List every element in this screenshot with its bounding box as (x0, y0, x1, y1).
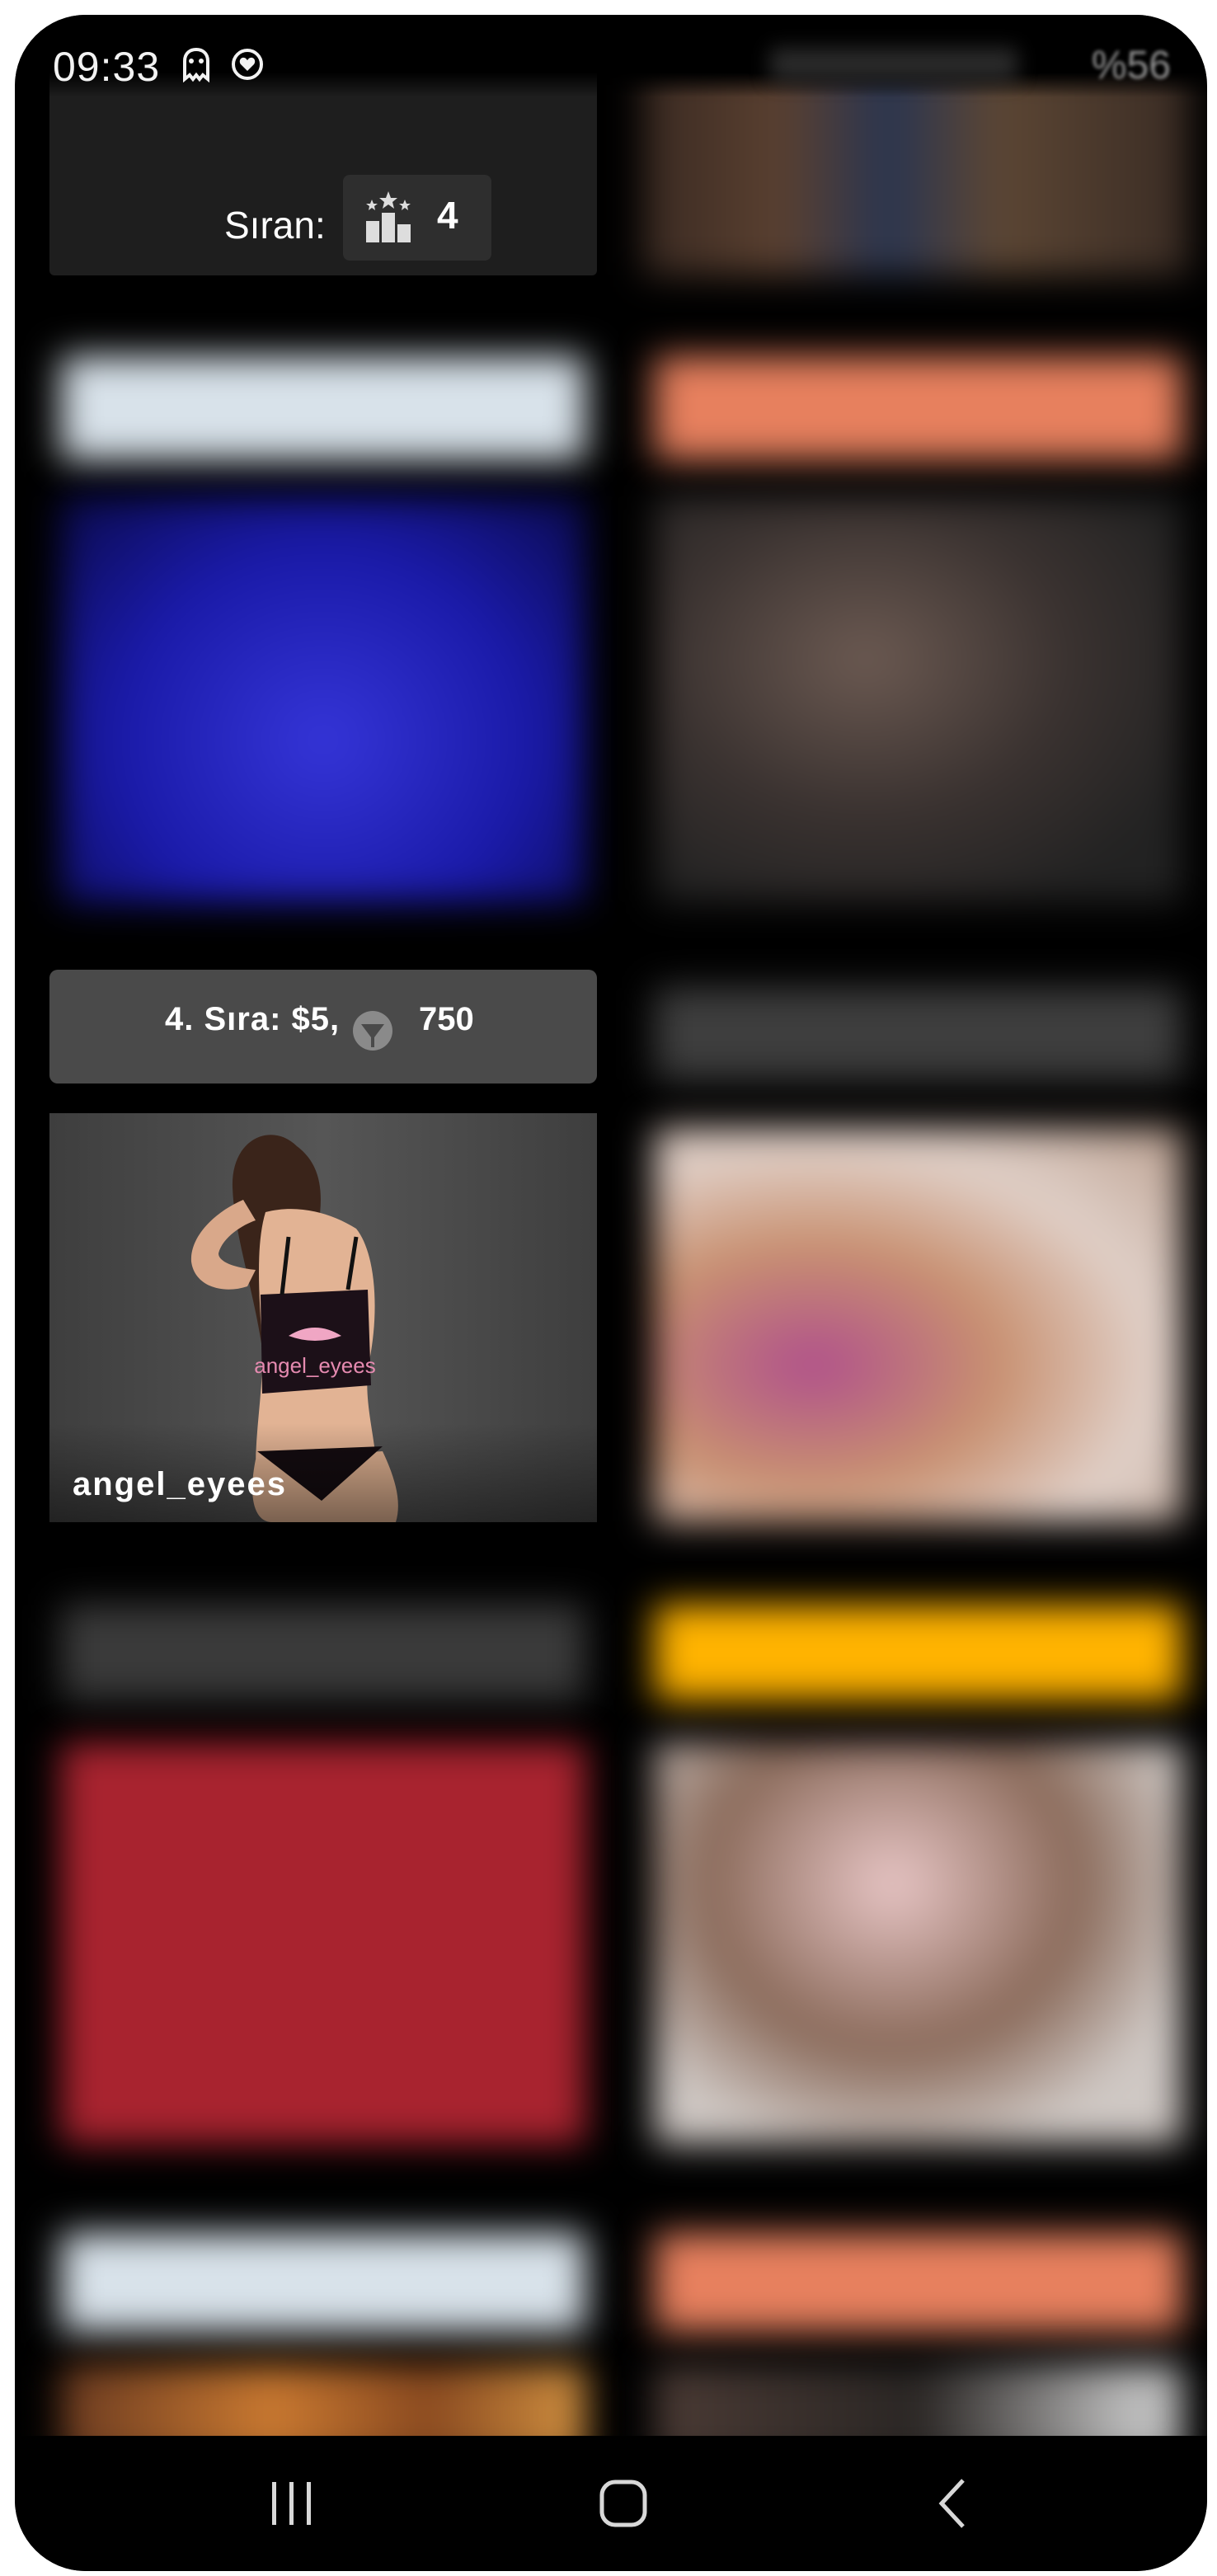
model-thumbnail[interactable] (655, 1743, 1182, 2144)
model-banner (655, 356, 1182, 460)
model-banner (655, 988, 1182, 1080)
leaderboard-podium-icon (366, 191, 411, 242)
model-banner (61, 2233, 585, 2332)
model-banner (655, 1605, 1182, 1700)
queue-position-text: 4. Sıra: $5, (165, 1001, 341, 1037)
model-thumbnail[interactable] (61, 2365, 585, 2439)
status-time: 09:33 (53, 44, 161, 90)
promo-tile[interactable] (61, 1743, 585, 2144)
navigation-bar (15, 2436, 1207, 2571)
ghost-icon (183, 47, 209, 82)
model-banner (61, 1605, 585, 1700)
back-icon[interactable] (932, 2477, 973, 2530)
battery-percent: %56 (1091, 44, 1171, 87)
model-thumbnail[interactable] (61, 496, 585, 902)
model-thumbnail-angel-eyees[interactable]: angel_eyees (49, 1113, 597, 1522)
rank-badge (343, 175, 491, 261)
phone-screen: Sıran: 4 4. Sıra: $5, 750 angel_eyees an… (15, 15, 1207, 2571)
model-banner (61, 356, 585, 460)
home-icon[interactable] (597, 2477, 650, 2530)
heart-circle-icon (232, 49, 263, 80)
model-thumbnail[interactable] (655, 2365, 1182, 2439)
rank-label: Sıran: (224, 204, 326, 247)
tank-print: angel_eyees (254, 1353, 375, 1378)
model-thumbnail[interactable] (655, 496, 1182, 902)
status-bar: 09:33 %56 (15, 15, 1207, 97)
recent-apps-icon[interactable] (267, 2479, 317, 2528)
status-icons-area (770, 48, 1017, 81)
queue-token-amount: 750 (419, 1001, 474, 1037)
rank-value: 4 (437, 194, 458, 237)
model-grid[interactable]: Sıran: 4 4. Sıra: $5, 750 angel_eyees an… (15, 15, 1207, 2439)
model-banner (655, 2233, 1182, 2332)
model-thumbnail[interactable] (655, 1128, 1182, 1522)
tokens-chat-icon (353, 1011, 392, 1051)
model-username: angel_eyees (73, 1466, 287, 1502)
